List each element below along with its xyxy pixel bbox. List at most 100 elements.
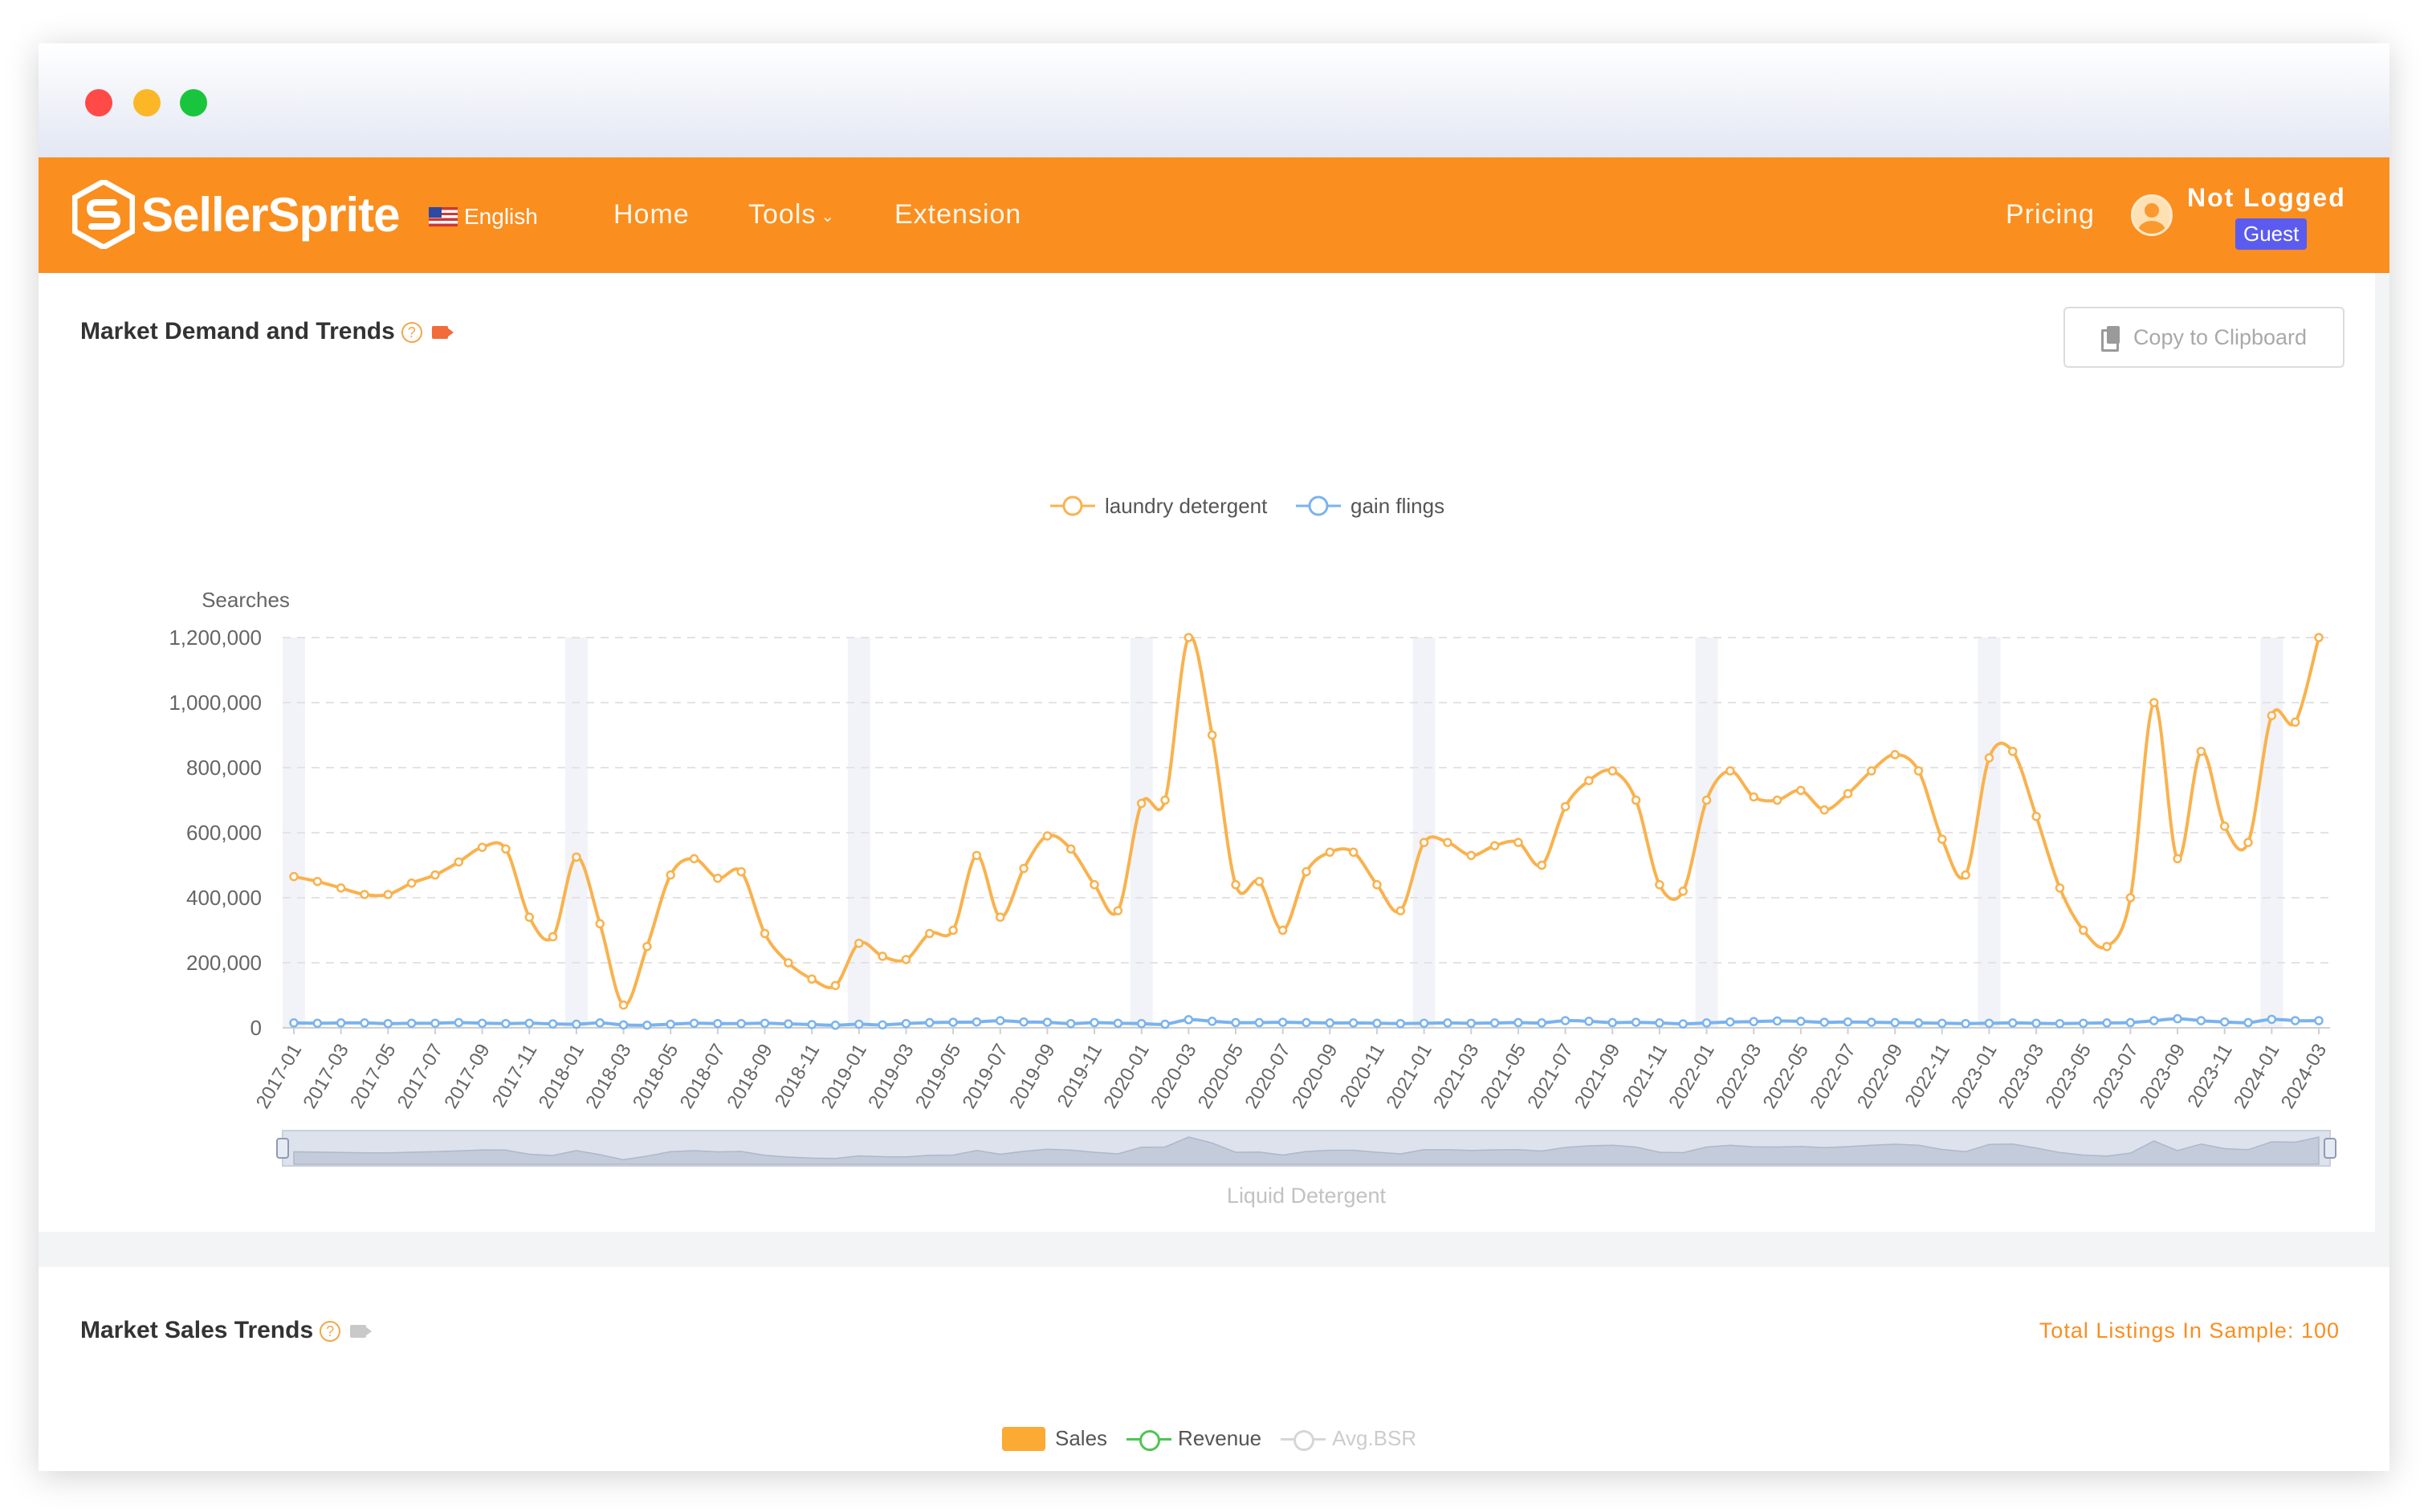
avg-bsr-legend-label[interactable]: Avg.BSR — [1332, 1426, 1416, 1451]
sales-legend-label[interactable]: Sales — [1055, 1426, 1107, 1451]
data-point — [830, 1021, 841, 1030]
data-point — [2078, 925, 2088, 935]
data-point — [2102, 1018, 2112, 1028]
data-point — [548, 931, 558, 942]
maximize-window-icon[interactable] — [180, 89, 207, 116]
legend-label[interactable]: gain flings — [1350, 494, 1444, 518]
x-tick-label: 2023-03 — [1994, 1041, 2048, 1113]
data-point — [548, 1019, 558, 1029]
data-point — [2173, 854, 2182, 864]
data-point — [1019, 1017, 1029, 1027]
data-point — [454, 1017, 464, 1028]
zoom-handle[interactable] — [2324, 1138, 2336, 1159]
avg-bsr-legend-swatch[interactable] — [1281, 1427, 1326, 1451]
sellersprite-logo-icon — [72, 180, 135, 249]
data-point — [1537, 1018, 1547, 1028]
data-point — [948, 1017, 958, 1027]
data-point — [618, 1000, 629, 1010]
data-point — [972, 1017, 982, 1027]
x-tick-label: 2021-11 — [1619, 1041, 1672, 1111]
data-point — [383, 1018, 393, 1029]
x-tick-label: 2018-05 — [629, 1041, 682, 1113]
legend-label[interactable]: laundry detergent — [1105, 494, 1268, 518]
x-tick-label: 2021-05 — [1477, 1041, 1530, 1113]
data-point — [1678, 886, 1688, 896]
minimize-window-icon[interactable] — [133, 89, 161, 116]
data-point — [1395, 1018, 1406, 1029]
data-point — [2243, 1017, 2253, 1028]
data-point — [760, 928, 770, 939]
x-tick-label: 2020-05 — [1194, 1041, 1248, 1113]
x-tick-label: 2017-09 — [440, 1041, 494, 1113]
data-point — [1701, 795, 1712, 805]
x-tick-label: 2017-07 — [393, 1041, 447, 1113]
data-point — [689, 1018, 699, 1029]
section-divider — [39, 1232, 2389, 1267]
data-point — [501, 1018, 511, 1029]
data-point — [1090, 880, 1099, 890]
window-titlebar — [39, 43, 2389, 157]
sales-chart-legend: Sales Revenue Avg.BSR — [1002, 1426, 1416, 1451]
x-tick-label: 2017-05 — [346, 1041, 400, 1113]
data-point — [878, 1020, 887, 1030]
nav-home[interactable]: Home — [613, 199, 690, 230]
data-point — [1913, 1018, 1924, 1028]
data-point — [1254, 1017, 1265, 1028]
zoom-handle[interactable] — [276, 1138, 289, 1159]
user-avatar-icon[interactable] — [2131, 194, 2173, 236]
x-tick-label: 2020-01 — [1099, 1041, 1153, 1113]
brand-logo[interactable]: SellerSprite — [72, 180, 400, 249]
data-point — [430, 870, 440, 880]
revenue-legend-label[interactable]: Revenue — [1178, 1426, 1261, 1451]
data-point — [2219, 1017, 2230, 1027]
x-tick-label: 2023-05 — [2042, 1041, 2096, 1113]
x-tick-label: 2021-09 — [1570, 1040, 1624, 1112]
y-tick-label: 1,000,000 — [169, 691, 262, 715]
data-point — [1937, 834, 1947, 844]
data-point — [925, 1017, 935, 1028]
y-axis-title: Searches — [202, 588, 290, 612]
language-selector[interactable]: English — [429, 204, 538, 230]
data-point — [713, 1018, 723, 1029]
x-tick-label: 2017-03 — [299, 1041, 352, 1113]
data-point — [948, 925, 958, 935]
nav-pricing[interactable]: Pricing — [2006, 199, 2095, 230]
data-point — [430, 1018, 440, 1029]
x-tick-label: 2018-11 — [771, 1041, 825, 1111]
data-point — [1701, 1018, 1712, 1028]
login-status[interactable]: Not Logged — [2187, 183, 2346, 213]
language-label: English — [464, 204, 538, 229]
data-point — [618, 1020, 629, 1030]
video-camera-icon[interactable] — [350, 1325, 373, 1339]
question-circle-icon[interactable]: ? — [320, 1321, 341, 1343]
y-tick-label: 200,000 — [186, 951, 262, 975]
x-tick-label: 2021-07 — [1523, 1041, 1577, 1113]
close-window-icon[interactable] — [85, 89, 112, 116]
sales-legend-swatch[interactable] — [1002, 1426, 1045, 1451]
data-point — [1584, 776, 1594, 785]
y-tick-label: 0 — [251, 1016, 262, 1040]
data-point — [2267, 711, 2277, 720]
x-tick-label: 2023-07 — [2088, 1041, 2142, 1113]
data-point — [1867, 766, 1876, 776]
data-point — [336, 1018, 346, 1028]
data-point — [1395, 906, 1406, 915]
data-point — [878, 952, 887, 961]
data-point — [2055, 1018, 2065, 1029]
data-point — [1254, 877, 1265, 886]
nav-tools[interactable]: Tools ⌄ — [748, 199, 835, 230]
data-point — [1372, 880, 1382, 890]
data-point — [1655, 880, 1664, 890]
data-point — [1443, 838, 1452, 847]
data-point — [807, 1020, 817, 1029]
data-point — [1325, 1018, 1335, 1028]
x-tick-label: 2018-01 — [535, 1041, 589, 1113]
nav-extension[interactable]: Extension — [894, 199, 1021, 230]
data-point — [1749, 792, 1758, 802]
data-point — [713, 873, 723, 883]
data-point — [595, 1018, 605, 1028]
data-point — [736, 866, 746, 877]
brand-name: SellerSprite — [141, 187, 400, 242]
revenue-legend-swatch[interactable] — [1126, 1427, 1172, 1451]
x-tick-label: 2019-01 — [817, 1041, 871, 1113]
